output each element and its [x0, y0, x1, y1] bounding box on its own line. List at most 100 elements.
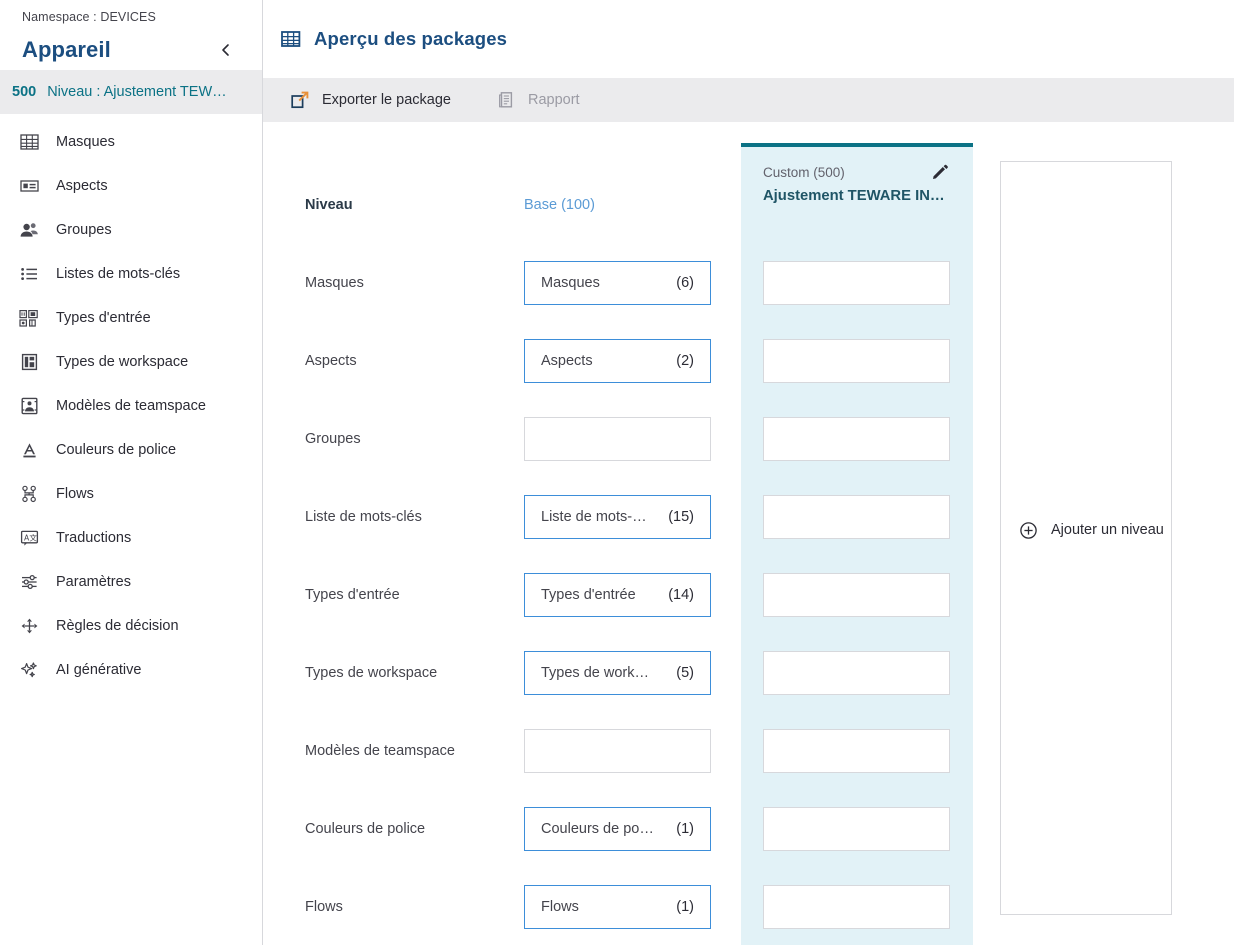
sidebar-item-traductions[interactable]: A文 Traductions [0, 516, 262, 560]
sidebar-item-flows[interactable]: Flows [0, 472, 262, 516]
base-cell-count: (2) [676, 353, 694, 369]
sidebar-item-label: Aspects [56, 178, 108, 194]
base-cell-name: Masques [541, 275, 600, 291]
sidebar-item-label: Règles de décision [56, 618, 179, 634]
row-label: Modèles de teamspace [305, 743, 455, 759]
base-cell-name: Couleurs de po… [541, 821, 654, 837]
export-package-button[interactable]: Exporter le package [289, 89, 451, 111]
base-cell-name: Types d'entrée [541, 587, 636, 603]
row-label: Liste de mots-clés [305, 509, 422, 525]
base-cell-name: Aspects [541, 353, 593, 369]
grid-header-row: Niveau Base (100) [263, 166, 1234, 244]
row-label: Types d'entrée [305, 587, 400, 603]
font-color-icon [18, 439, 40, 461]
entry-types-icon [18, 307, 40, 329]
sidebar-item-modeles-de-teamspace[interactable]: Modèles de teamspace [0, 384, 262, 428]
sidebar-item-masques[interactable]: Masques [0, 120, 262, 164]
base-cell-count: (6) [676, 275, 694, 291]
row-label: Groupes [305, 431, 361, 447]
base-column-header[interactable]: Base (100) [524, 197, 595, 213]
sidebar-title-row: Appareil [0, 24, 262, 70]
sidebar-item-label: Listes de mots-clés [56, 266, 181, 282]
table-row: Masques Masques (6) [263, 244, 1234, 322]
card-icon [18, 175, 40, 197]
chevron-left-icon[interactable] [212, 38, 240, 62]
base-cell [524, 729, 711, 773]
sidebar-item-types-d-entree[interactable]: Types d'entrée [0, 296, 262, 340]
report-label: Rapport [527, 92, 580, 108]
base-cell-count: (1) [676, 821, 694, 837]
sidebar-item-aspects[interactable]: Aspects [0, 164, 262, 208]
sidebar-active-number: 500 [12, 84, 37, 100]
table-grid-icon [280, 28, 302, 50]
table-row: Flows Flows (1) [263, 868, 1234, 945]
sidebar-item-label: Types d'entrée [56, 310, 151, 326]
sidebar-nav: Masques Aspects Groupes Listes de mots-c… [0, 114, 262, 692]
base-cell[interactable]: Flows (1) [524, 885, 711, 929]
sidebar-item-types-de-workspace[interactable]: Types de workspace [0, 340, 262, 384]
page-title: Aperçu des packages [314, 28, 508, 49]
sidebar-item-label: Modèles de teamspace [56, 398, 206, 414]
sidebar-item-label: Types de workspace [56, 354, 189, 370]
sidebar-item-ai-generative[interactable]: AI générative [0, 648, 262, 692]
list-icon [18, 263, 40, 285]
table-row: Types d'entrée Types d'entrée (14) [263, 556, 1234, 634]
external-link-icon [289, 89, 311, 111]
custom-cell[interactable] [763, 495, 950, 539]
base-cell-count: (14) [668, 587, 694, 603]
custom-cell[interactable] [763, 807, 950, 851]
workspace-types-icon [18, 351, 40, 373]
sidebar-item-regles-de-decision[interactable]: Règles de décision [0, 604, 262, 648]
custom-cell[interactable] [763, 339, 950, 383]
sidebar-item-label: Couleurs de police [56, 442, 177, 458]
custom-cell[interactable] [763, 417, 950, 461]
row-label: Couleurs de police [305, 821, 426, 837]
table-row: Types de workspace Types de work… (5) [263, 634, 1234, 712]
custom-cell[interactable] [763, 573, 950, 617]
base-cell-count: (15) [668, 509, 694, 525]
page-header: Aperçu des packages [263, 0, 1234, 78]
sidebar-item-label: Masques [56, 134, 115, 150]
decision-rules-icon [18, 615, 40, 637]
custom-cell[interactable] [763, 651, 950, 695]
base-cell-name: Flows [541, 899, 579, 915]
package-grid: Custom (500) Ajustement TEWARE IN… Ajout… [263, 122, 1234, 945]
custom-cell[interactable] [763, 885, 950, 929]
base-cell[interactable]: Types de work… (5) [524, 651, 711, 695]
base-cell[interactable]: Aspects (2) [524, 339, 711, 383]
sidebar-active-label: Niveau : Ajustement TEW… [47, 84, 227, 100]
app-root: Namespace : DEVICES Appareil 500 Niveau … [0, 0, 1234, 945]
base-cell [524, 417, 711, 461]
base-cell[interactable]: Types d'entrée (14) [524, 573, 711, 617]
sidebar-item-couleurs-de-police[interactable]: Couleurs de police [0, 428, 262, 472]
sparkle-icon [18, 659, 40, 681]
svg-text:文: 文 [29, 532, 37, 542]
sidebar-active-item[interactable]: 500 Niveau : Ajustement TEW… [0, 70, 262, 114]
sidebar-item-listes-de-mots-cles[interactable]: Listes de mots-clés [0, 252, 262, 296]
sidebar-item-groupes[interactable]: Groupes [0, 208, 262, 252]
base-cell[interactable]: Liste de mots-… (15) [524, 495, 711, 539]
document-icon [495, 89, 517, 111]
toolbar: Exporter le package Rapport [263, 78, 1234, 122]
people-icon [18, 219, 40, 241]
table-row: Couleurs de police Couleurs de po… (1) [263, 790, 1234, 868]
sidebar-item-label: Paramètres [56, 574, 131, 590]
table-row: Groupes [263, 400, 1234, 478]
sidebar-item-parametres[interactable]: Paramètres [0, 560, 262, 604]
sidebar-item-label: Traductions [56, 530, 132, 546]
teamspace-template-icon [18, 395, 40, 417]
main-content: Aperçu des packages Exporter le package … [263, 0, 1234, 945]
grid-rows: Niveau Base (100) Masques Masques (6) As… [263, 122, 1234, 945]
custom-cell[interactable] [763, 729, 950, 773]
sliders-icon [18, 571, 40, 593]
row-label: Flows [305, 899, 343, 915]
base-cell[interactable]: Masques (6) [524, 261, 711, 305]
base-cell-name: Types de work… [541, 665, 649, 681]
flow-icon [18, 483, 40, 505]
custom-cell[interactable] [763, 261, 950, 305]
base-cell[interactable]: Couleurs de po… (1) [524, 807, 711, 851]
report-button[interactable]: Rapport [495, 89, 580, 111]
table-row: Liste de mots-clés Liste de mots-… (15) [263, 478, 1234, 556]
base-cell-count: (1) [676, 899, 694, 915]
table-icon [18, 131, 40, 153]
